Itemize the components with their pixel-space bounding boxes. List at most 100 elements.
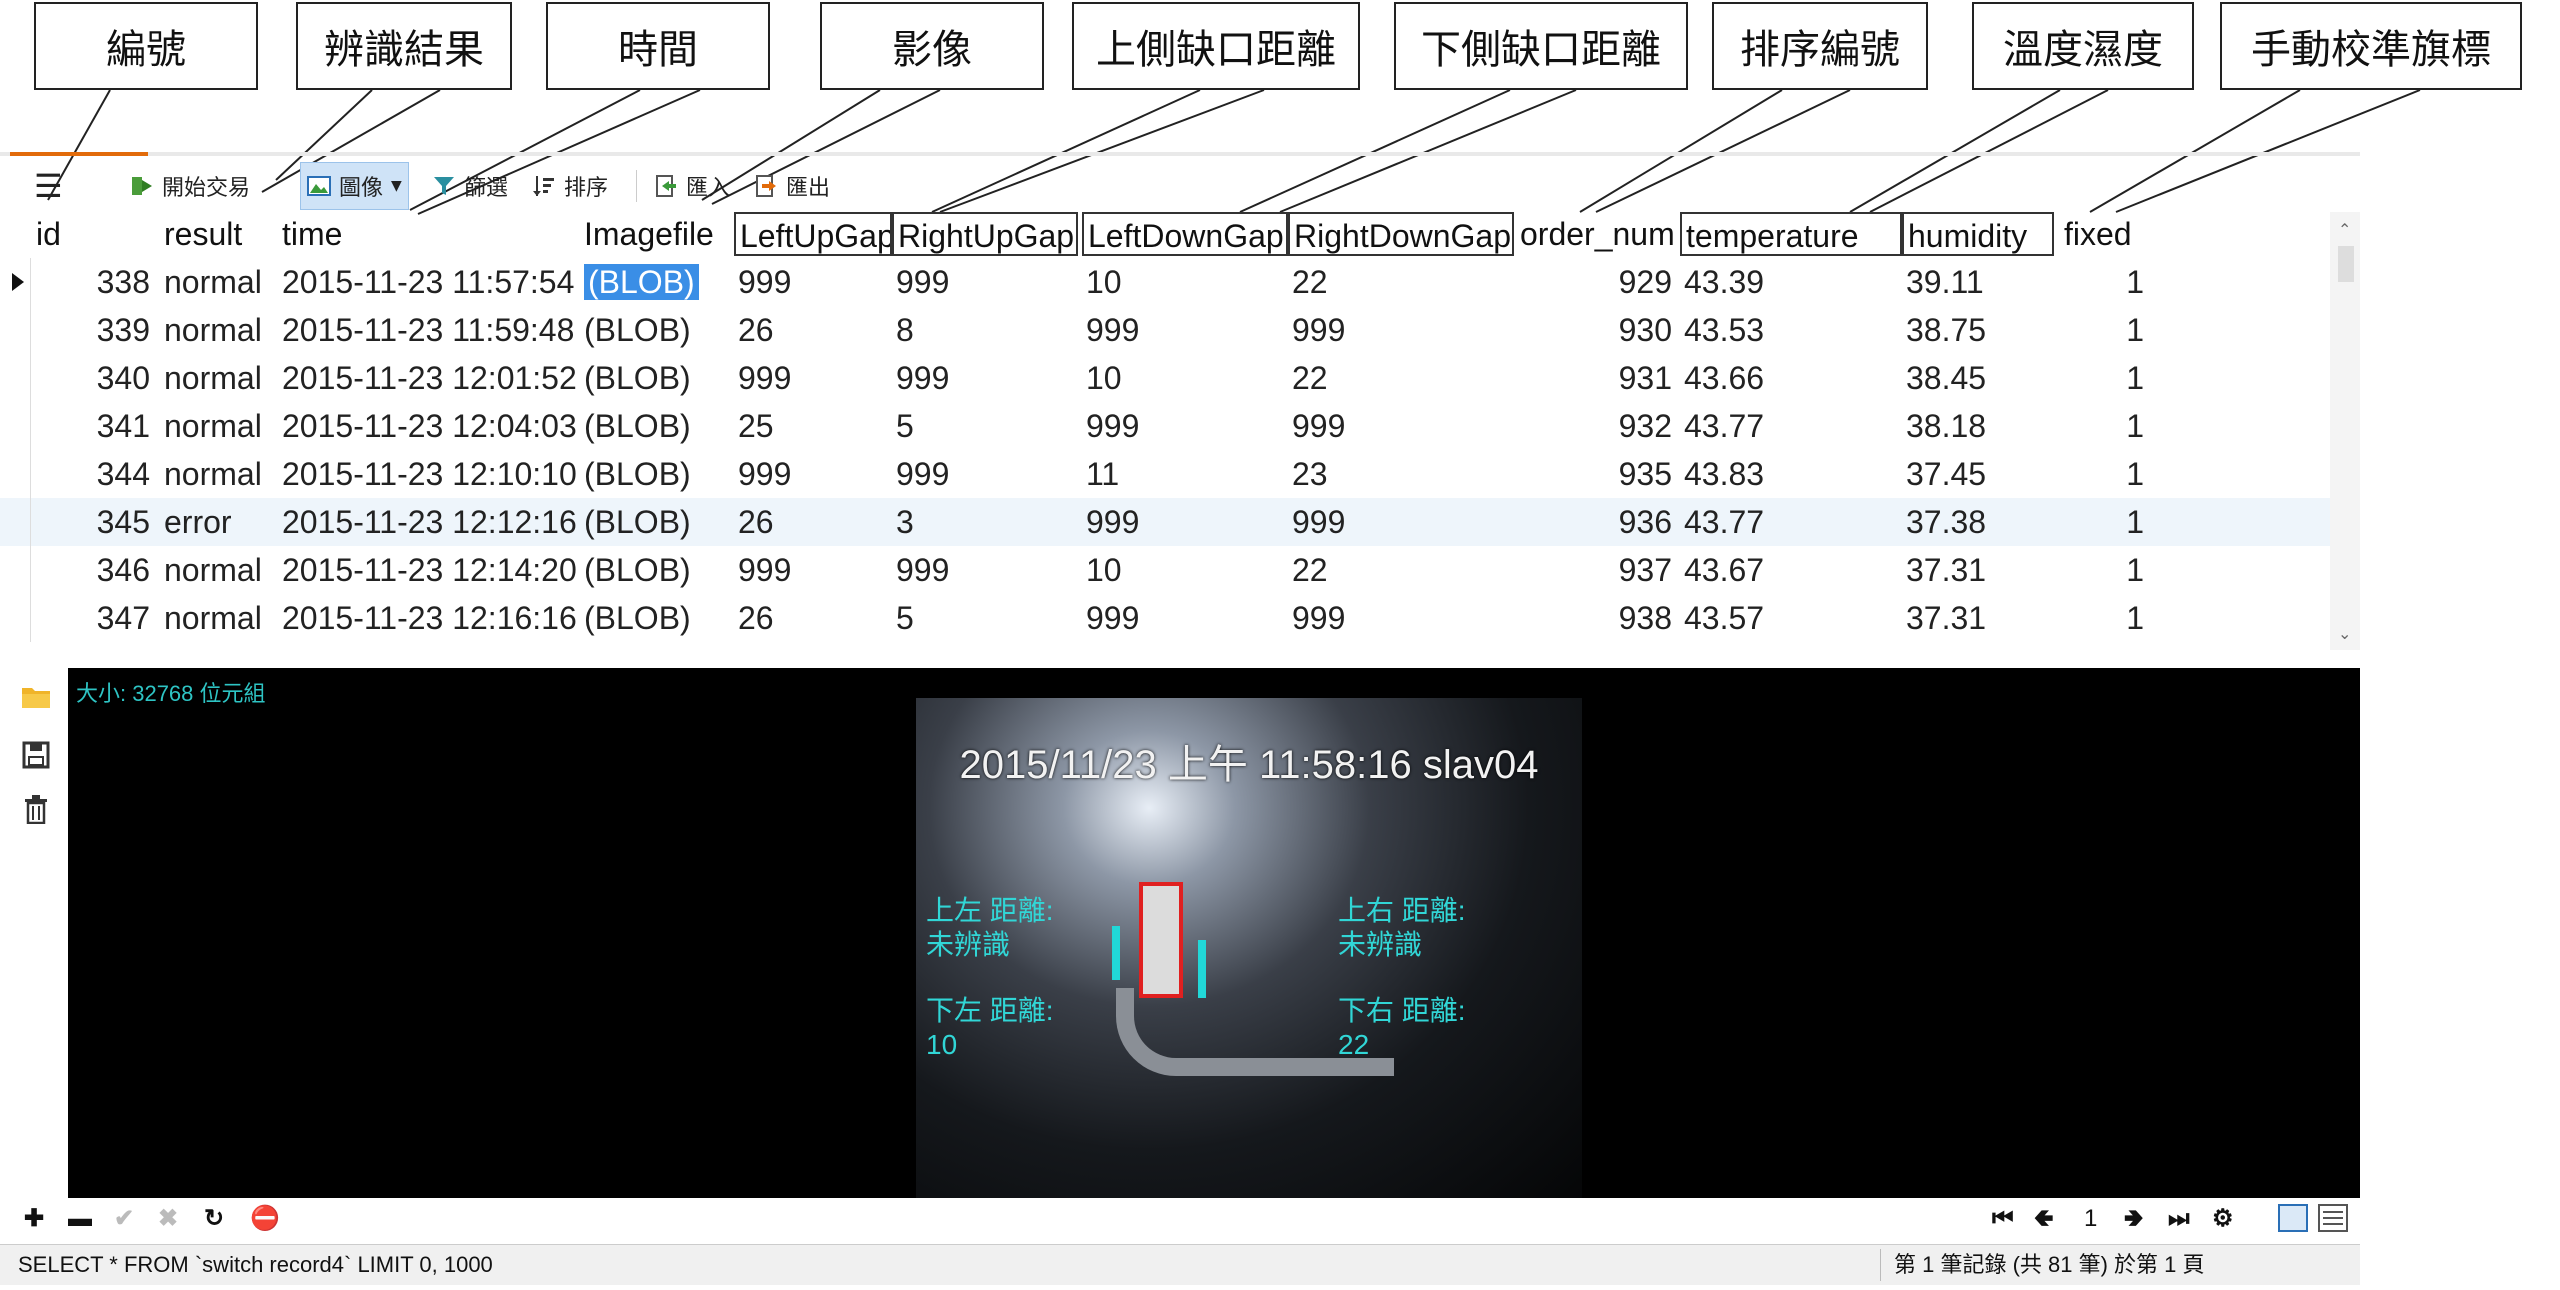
menu-button[interactable]: ☰ <box>34 162 63 210</box>
cell-humidity[interactable]: 38.45 <box>1902 354 2058 402</box>
last-page-icon[interactable]: ⏭ <box>2168 1204 2190 1234</box>
cell-rightdowngap[interactable]: 999 <box>1288 498 1514 546</box>
cell-leftupgap[interactable]: 999 <box>734 450 892 498</box>
cell-leftupgap[interactable]: 25 <box>734 402 892 450</box>
cell-imagefile[interactable]: (BLOB) <box>580 498 732 546</box>
cell-result[interactable]: error <box>160 498 276 546</box>
settings-icon[interactable]: ⚙ <box>2212 1204 2234 1234</box>
cell-order-num[interactable]: 931 <box>1516 354 1680 402</box>
row-selector[interactable] <box>0 402 31 450</box>
cell-time[interactable]: 2015-11-23 12:16:16 <box>278 594 580 642</box>
cell-imagefile[interactable]: (BLOB) <box>580 402 732 450</box>
table-row[interactable]: 340 normal 2015-11-23 12:01:52 (BLOB) 99… <box>0 354 2330 402</box>
cell-rightupgap[interactable]: 3 <box>892 498 1078 546</box>
cell-temperature[interactable]: 43.66 <box>1680 354 1902 402</box>
table-row[interactable]: 345 error 2015-11-23 12:12:16 (BLOB) 26 … <box>0 498 2330 546</box>
sort-button[interactable]: 排序 <box>532 162 608 210</box>
cell-fixed[interactable]: 1 <box>2060 594 2152 642</box>
cell-result[interactable]: normal <box>160 402 276 450</box>
export-button[interactable]: 匯出 <box>754 162 830 210</box>
cell-leftupgap[interactable]: 999 <box>734 354 892 402</box>
cell-humidity[interactable]: 37.31 <box>1902 546 2058 594</box>
grid-vertical-scrollbar[interactable]: ⌃ ⌄ <box>2330 212 2360 650</box>
cell-leftupgap[interactable]: 26 <box>734 594 892 642</box>
cell-rightupgap[interactable]: 999 <box>892 546 1078 594</box>
cell-humidity[interactable]: 39.11 <box>1902 258 2058 306</box>
cell-rightdowngap[interactable]: 999 <box>1288 402 1514 450</box>
cell-leftupgap[interactable]: 999 <box>734 258 892 306</box>
cell-leftdowngap[interactable]: 999 <box>1082 306 1288 354</box>
cell-imagefile[interactable]: (BLOB) <box>580 594 732 642</box>
cell-rightupgap[interactable]: 8 <box>892 306 1078 354</box>
cell-time[interactable]: 2015-11-23 11:59:48 <box>278 306 580 354</box>
cell-time[interactable]: 2015-11-23 12:14:20 <box>278 546 580 594</box>
table-row[interactable]: 338 normal 2015-11-23 11:57:54 (BLOB) 99… <box>0 258 2330 306</box>
row-selector[interactable] <box>0 306 31 354</box>
cell-fixed[interactable]: 1 <box>2060 498 2152 546</box>
cell-result[interactable]: normal <box>160 354 276 402</box>
column-header-leftdowngap[interactable]: LeftDownGap <box>1082 212 1288 256</box>
cell-rightupgap[interactable]: 5 <box>892 594 1078 642</box>
cell-leftdowngap[interactable]: 999 <box>1082 402 1288 450</box>
cell-result[interactable]: normal <box>160 306 276 354</box>
cell-order-num[interactable]: 937 <box>1516 546 1680 594</box>
cell-temperature[interactable]: 43.83 <box>1680 450 1902 498</box>
cell-id[interactable]: 340 <box>32 354 158 402</box>
cell-rightupgap[interactable]: 999 <box>892 450 1078 498</box>
cell-temperature[interactable]: 43.53 <box>1680 306 1902 354</box>
cell-rightdowngap[interactable]: 22 <box>1288 354 1514 402</box>
cell-humidity[interactable]: 37.38 <box>1902 498 2058 546</box>
add-record-icon[interactable]: ✚ <box>24 1204 44 1234</box>
delete-icon[interactable] <box>20 794 52 825</box>
open-folder-icon[interactable] <box>20 682 52 712</box>
cell-order-num[interactable]: 929 <box>1516 258 1680 306</box>
cell-order-num[interactable]: 936 <box>1516 498 1680 546</box>
cell-imagefile[interactable]: (BLOB) <box>580 354 732 402</box>
row-selector[interactable] <box>0 594 31 642</box>
form-view-toggle[interactable] <box>2318 1204 2348 1232</box>
cell-imagefile[interactable]: (BLOB) <box>580 306 732 354</box>
cell-leftupgap[interactable]: 26 <box>734 306 892 354</box>
table-row[interactable]: 339 normal 2015-11-23 11:59:48 (BLOB) 26… <box>0 306 2330 354</box>
row-selector[interactable] <box>0 546 31 594</box>
save-icon[interactable] <box>20 740 52 770</box>
stop-icon[interactable]: ⛔ <box>250 1204 280 1234</box>
column-header-leftupgap[interactable]: LeftUpGap <box>734 212 892 256</box>
table-row[interactable]: 346 normal 2015-11-23 12:14:20 (BLOB) 99… <box>0 546 2330 594</box>
row-selector[interactable] <box>0 354 31 402</box>
cell-fixed[interactable]: 1 <box>2060 546 2152 594</box>
next-page-icon[interactable]: 🢂 <box>2124 1204 2143 1234</box>
cell-result[interactable]: normal <box>160 594 276 642</box>
cell-imagefile[interactable]: (BLOB) <box>580 450 732 498</box>
cell-time[interactable]: 2015-11-23 12:01:52 <box>278 354 580 402</box>
cell-result[interactable]: normal <box>160 546 276 594</box>
first-page-icon[interactable]: ⏮ <box>1992 1204 2014 1234</box>
column-header-id[interactable]: id <box>32 212 158 256</box>
page-number[interactable]: 1 <box>2084 1204 2097 1234</box>
row-selector[interactable] <box>0 498 31 546</box>
cell-fixed[interactable]: 1 <box>2060 354 2152 402</box>
cell-rightupgap[interactable]: 999 <box>892 258 1078 306</box>
scroll-up-icon[interactable]: ⌃ <box>2338 220 2351 240</box>
cell-leftdowngap[interactable]: 11 <box>1082 450 1288 498</box>
image-view-button[interactable]: 圖像 ▼ <box>300 162 409 210</box>
cell-humidity[interactable]: 37.45 <box>1902 450 2058 498</box>
cell-temperature[interactable]: 43.77 <box>1680 498 1902 546</box>
scroll-thumb[interactable] <box>2338 246 2354 282</box>
cell-rightdowngap[interactable]: 999 <box>1288 594 1514 642</box>
cell-time[interactable]: 2015-11-23 11:57:54 <box>278 258 580 306</box>
row-selector[interactable] <box>0 450 31 498</box>
cell-order-num[interactable]: 932 <box>1516 402 1680 450</box>
import-button[interactable]: 匯入 <box>654 162 730 210</box>
cell-time[interactable]: 2015-11-23 12:10:10 <box>278 450 580 498</box>
cell-rightupgap[interactable]: 5 <box>892 402 1078 450</box>
cell-rightupgap[interactable]: 999 <box>892 354 1078 402</box>
discard-changes-icon[interactable]: ✖ <box>158 1204 178 1234</box>
filter-button[interactable]: 篩選 <box>432 162 508 210</box>
column-header-time[interactable]: time <box>278 212 580 256</box>
table-row[interactable]: 344 normal 2015-11-23 12:10:10 (BLOB) 99… <box>0 450 2330 498</box>
cell-humidity[interactable]: 38.75 <box>1902 306 2058 354</box>
refresh-icon[interactable]: ↻ <box>204 1204 224 1234</box>
cell-leftupgap[interactable]: 26 <box>734 498 892 546</box>
scroll-down-icon[interactable]: ⌄ <box>2338 624 2351 644</box>
